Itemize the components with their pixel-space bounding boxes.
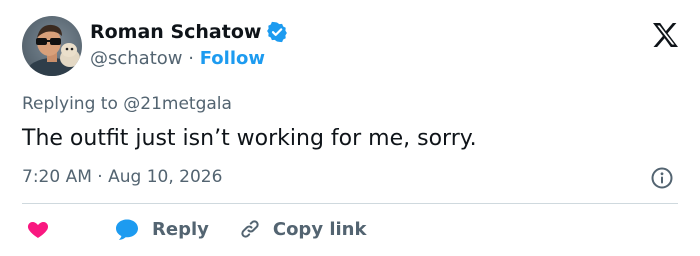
reply-label: Reply	[152, 218, 209, 240]
tweet-date: Aug 10, 2026	[108, 167, 223, 187]
handle-separator: ·	[188, 48, 194, 69]
tweet-timestamp[interactable]: 7:20 AM · Aug 10, 2026	[22, 165, 222, 189]
info-icon[interactable]	[650, 166, 674, 190]
divider	[22, 203, 678, 204]
link-icon	[241, 220, 259, 238]
reply-button[interactable]: Reply	[114, 217, 209, 241]
copy-link-label: Copy link	[272, 218, 367, 240]
reply-context: Replying to @21metgala	[22, 92, 232, 116]
reply-bubble-icon	[116, 219, 138, 240]
tweet-card: Roman Schatow @schatow · Follow Replying…	[0, 0, 700, 256]
timestamp-separator: ·	[97, 167, 103, 187]
author-handle[interactable]: @schatow	[90, 48, 183, 69]
like-button[interactable]	[26, 217, 50, 241]
verified-badge-icon	[266, 21, 288, 43]
reply-mention[interactable]: @21metgala	[123, 94, 232, 114]
action-bar: Reply Copy link	[26, 216, 366, 242]
copy-link-button[interactable]: Copy link	[239, 218, 367, 240]
author-name-row: Roman Schatow	[90, 20, 288, 44]
x-logo-icon[interactable]	[650, 20, 680, 50]
follow-button[interactable]: Follow	[200, 48, 265, 69]
tweet-time: 7:20 AM	[22, 167, 92, 187]
heart-icon	[27, 222, 49, 238]
reply-prefix: Replying to	[22, 94, 118, 114]
avatar[interactable]	[22, 16, 82, 76]
author-handle-row: @schatow · Follow	[90, 47, 265, 71]
author-name[interactable]: Roman Schatow	[90, 20, 261, 44]
tweet-text: The outfit just isn’t working for me, so…	[22, 126, 477, 151]
